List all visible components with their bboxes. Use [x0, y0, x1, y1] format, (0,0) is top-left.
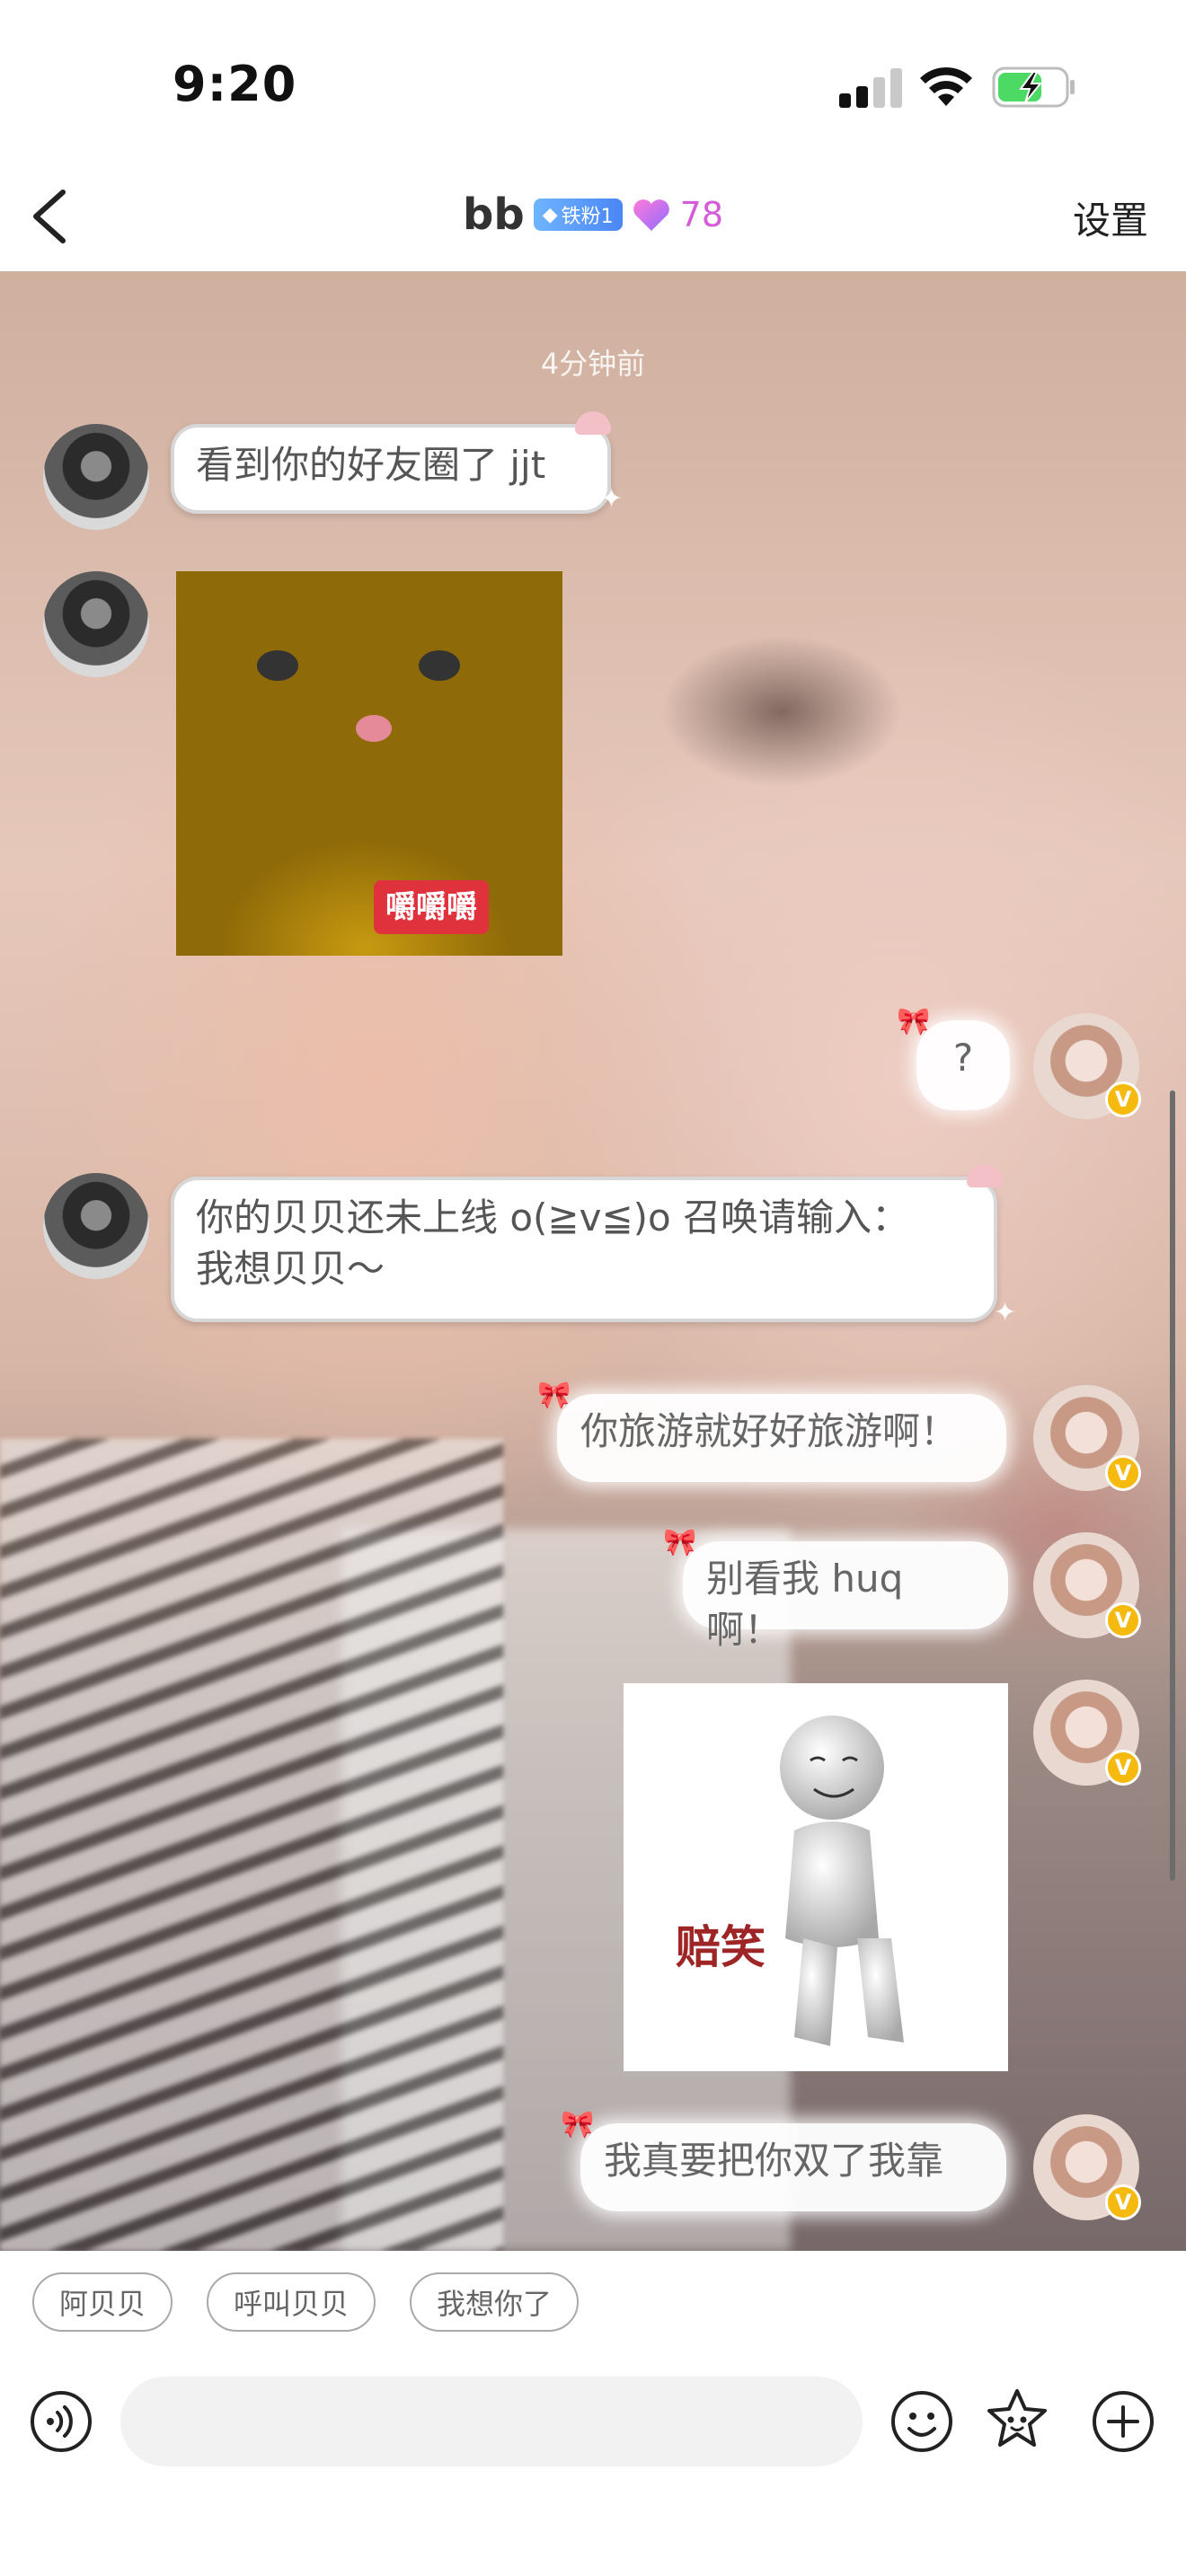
vip-badge: V — [1105, 2184, 1141, 2220]
battery-charging-icon — [992, 66, 1075, 108]
message-bubble-right[interactable]: ? — [916, 1020, 1010, 1110]
sparkle-icon: ✦ — [600, 483, 624, 515]
vip-badge: V — [1105, 1455, 1141, 1491]
contact-avatar[interactable] — [43, 1173, 149, 1279]
message-bubble-left[interactable]: 看到你的好友圈了 jjt — [171, 424, 611, 514]
message-input-row — [0, 2371, 1186, 2470]
message-text-line2: 我想贝贝～ — [196, 1246, 385, 1291]
settings-button[interactable]: 设置 — [1073, 190, 1148, 245]
message-text: 别看我 huq 啊！ — [706, 1557, 904, 1652]
figure-drawing — [780, 1716, 904, 2046]
contact-name: bb — [463, 190, 525, 240]
plus-icon[interactable] — [1091, 2389, 1155, 2454]
contact-avatar[interactable] — [43, 571, 149, 677]
cat-nose — [356, 715, 392, 742]
background-photo-stripes — [0, 1439, 503, 2251]
smile-sticker-image[interactable]: 赔笑 — [624, 1683, 1008, 2071]
message-timestamp: 4分钟前 — [540, 347, 646, 381]
cat-eye — [419, 650, 460, 681]
vip-badge: V — [1105, 1081, 1141, 1117]
chat-header: bb ◆ 铁粉1 78 设置 — [0, 162, 1186, 271]
vip-badge: V — [1105, 1750, 1141, 1786]
message-bubble-right[interactable]: 我真要把你双了我靠 — [580, 2123, 1006, 2211]
message-bubble-left[interactable]: 你的贝贝还未上线 o(≧v≦)o 召唤请输入： 我想贝贝～ — [171, 1177, 997, 1322]
chevron-left-icon[interactable] — [22, 181, 84, 251]
status-time: 9:20 — [173, 56, 297, 112]
emoji-icon[interactable] — [890, 2389, 954, 2454]
hat-decoration-icon — [967, 1164, 1003, 1187]
message-text: ? — [952, 1036, 974, 1080]
message-text: 你旅游就好好旅游啊！ — [580, 1409, 959, 1453]
message-text: 我真要把你双了我靠 — [604, 2139, 944, 2183]
bow-decoration-icon: 🎀 — [897, 1006, 931, 1037]
diamond-icon: ◆ — [542, 203, 558, 226]
intimacy-count: 78 — [679, 195, 723, 234]
sparkle-icon: ✦ — [994, 1297, 1017, 1328]
message-bubble-right[interactable]: 你旅游就好好旅游啊！ — [557, 1394, 1006, 1482]
bottom-bar: 阿贝贝 呼叫贝贝 我想你了 — [0, 2251, 1186, 2576]
voice-icon[interactable] — [29, 2389, 93, 2454]
bow-decoration-icon: 🎀 — [561, 2109, 595, 2140]
wifi-icon — [920, 66, 972, 106]
sticker-caption: 嚼嚼嚼 — [374, 880, 489, 934]
fan-badge-label: 铁粉1 — [561, 206, 614, 228]
bow-decoration-icon: 🎀 — [663, 1527, 697, 1558]
quick-reply-chip[interactable]: 我想你了 — [410, 2272, 580, 2332]
heart-icon — [633, 199, 669, 231]
vip-badge: V — [1105, 1602, 1141, 1638]
cat-sticker-image[interactable]: 嚼嚼嚼 — [176, 571, 562, 956]
quick-reply-chip[interactable]: 阿贝贝 — [32, 2272, 173, 2332]
contact-avatar[interactable] — [43, 424, 149, 530]
cat-eye — [257, 650, 298, 681]
message-input[interactable] — [120, 2377, 863, 2466]
chat-scrollbar[interactable] — [1170, 1090, 1175, 1881]
status-bar: 9:20 — [0, 0, 1186, 162]
message-bubble-right[interactable]: 别看我 huq 啊！ — [683, 1541, 1008, 1652]
quick-reply-list: 阿贝贝 呼叫贝贝 我想你了 — [32, 2272, 580, 2332]
home-indicator — [401, 2547, 785, 2558]
chat-title-group[interactable]: bb ◆ 铁粉1 78 — [463, 183, 723, 246]
quick-reply-chip[interactable]: 呼叫贝贝 — [207, 2272, 376, 2332]
message-text: 看到你的好友圈了 jjt — [196, 443, 546, 487]
chat-area[interactable]: 4分钟前 看到你的好友圈了 jjt ✦ 嚼嚼嚼 V ? 🎀 你的贝贝还未上线 o… — [0, 271, 1186, 2251]
sticker-caption: 赔笑 — [676, 1921, 766, 1973]
cellular-signal-icon — [839, 66, 902, 108]
fan-level-badge: ◆ 铁粉1 — [533, 198, 623, 231]
message-text-line1: 你的贝贝还未上线 o(≧v≦)o 召唤请输入： — [196, 1195, 910, 1239]
bow-decoration-icon: 🎀 — [537, 1380, 571, 1411]
sticker-icon[interactable] — [985, 2387, 1049, 2452]
hat-decoration-icon — [575, 411, 611, 435]
